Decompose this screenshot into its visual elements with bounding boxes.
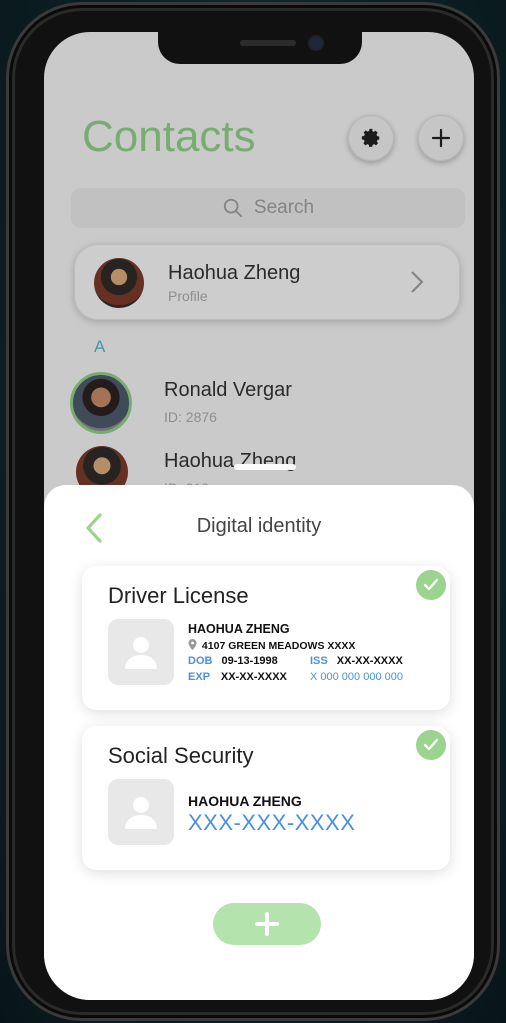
verified-check-icon <box>416 730 446 760</box>
dob-label: DOB <box>188 655 213 667</box>
driver-license-card[interactable]: Driver License HAOHUA ZHENG 4107 GREEN M… <box>82 566 450 710</box>
add-identity-button[interactable] <box>213 903 321 945</box>
dob-value: 09-13-1998 <box>221 655 278 667</box>
id-photo-placeholder <box>108 779 174 845</box>
phone-frame: Contacts Search Haohua Zheng Profile A R… <box>6 2 500 1021</box>
license-address: 4107 GREEN MEADOWS XXXX <box>201 640 356 652</box>
location-pin-icon <box>188 639 197 650</box>
exp-label: EXP <box>188 671 210 683</box>
sheet-handle[interactable] <box>234 464 296 470</box>
social-security-card[interactable]: Social Security HAOHUA ZHENG XXX-XXX-XXX… <box>82 726 450 870</box>
screen: Contacts Search Haohua Zheng Profile A R… <box>44 32 474 1000</box>
card-title: Social Security <box>108 743 254 768</box>
exp-value: XX-XX-XXXX <box>220 671 287 683</box>
iss-value: XX-XX-XXXX <box>336 655 403 667</box>
dob-line: DOB 09-13-1998 <box>188 655 278 667</box>
sheet-title: Digital identity <box>196 515 322 537</box>
license-address-line: 4107 GREEN MEADOWS XXXX <box>188 639 355 652</box>
person-icon <box>125 637 157 669</box>
speaker <box>240 40 296 46</box>
license-holder-name: HAOHUA ZHENG <box>188 622 290 636</box>
iss-line: ISS XX-XX-XXXX <box>310 655 403 667</box>
person-icon <box>125 797 157 829</box>
verified-check-icon <box>416 570 446 600</box>
digital-identity-sheet: Digital identity Driver License HAOHUA Z… <box>44 485 474 1000</box>
exp-line: EXP XX-XX-XXXX <box>188 671 287 683</box>
ssn-holder-name: HAOHUA ZHENG <box>188 793 302 809</box>
notch <box>158 30 362 64</box>
ssn-number: XXX-XXX-XXXX <box>188 810 356 835</box>
iss-label: ISS <box>310 655 328 667</box>
card-title: Driver License <box>108 583 249 608</box>
id-photo-placeholder <box>108 619 174 685</box>
license-number: X 000 000 000 000 <box>310 671 403 683</box>
plus-icon <box>255 912 279 936</box>
front-camera <box>310 37 322 49</box>
